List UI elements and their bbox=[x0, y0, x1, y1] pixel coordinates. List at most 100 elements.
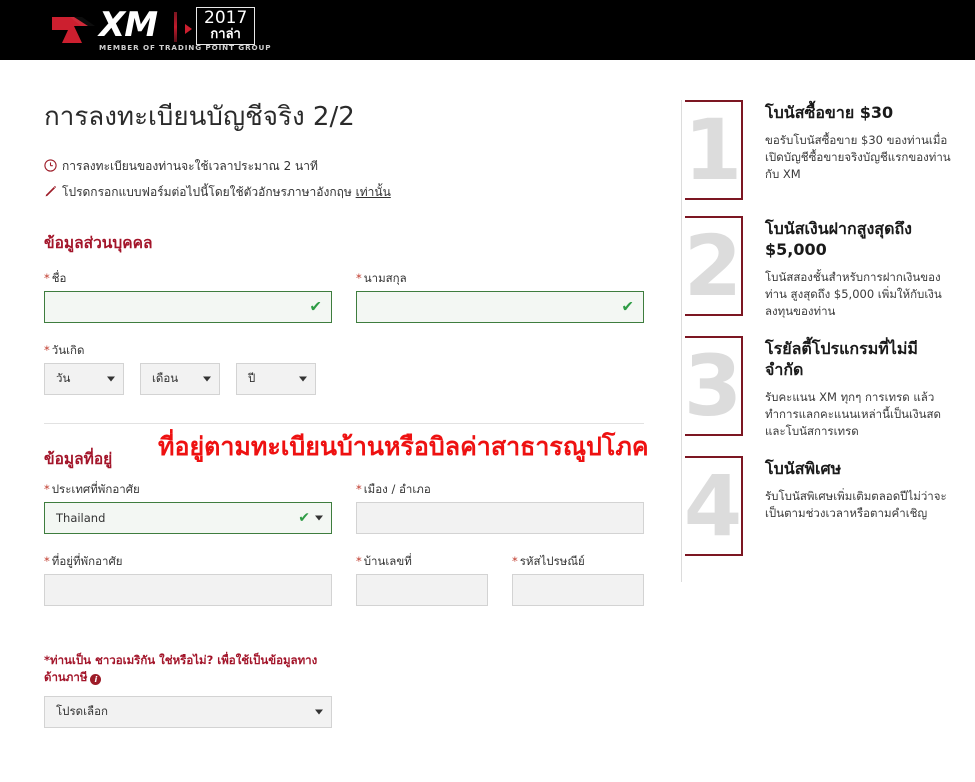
note-language: โปรดกรอกแบบฟอร์มต่อไปนี้โดยใช้ตัวอักษรภา… bbox=[44, 185, 644, 200]
bonus-title: โบนัสซื้อขาย $30 bbox=[765, 103, 894, 122]
dob-year-value: ปี bbox=[248, 371, 256, 385]
note-language-text: โปรดกรอกแบบฟอร์มต่อไปนี้โดยใช้ตัวอักษรภา… bbox=[62, 185, 391, 200]
dob-label: * วันเกิด bbox=[44, 343, 644, 357]
bonus-body: โบนัสซื้อขาย $30 ขอรับโบนัสซื้อขาย $30 ข… bbox=[743, 100, 955, 200]
tax-question-label: *ท่านเป็น ชาวอเมริกัน ใช่หรือไม่? เพื่อใ… bbox=[44, 652, 324, 686]
country-city-row: * ประเทศที่พักอาศัย Thailand ✔ * เมือง / อ… bbox=[44, 482, 644, 534]
bonus-description: รับคะแนน XM ทุกๆ การเทรด แล้วทำการแลกคะแ… bbox=[765, 390, 941, 438]
postal-code-label-text: รหัสไปรษณีย์ bbox=[519, 554, 585, 568]
check-icon: ✔ bbox=[298, 510, 310, 526]
street-group: * ที่อยู่ที่พักอาศัย bbox=[44, 554, 332, 606]
first-name-label: * ชื่อ bbox=[44, 271, 332, 285]
note-language-link[interactable]: เท่านั้น bbox=[356, 185, 391, 199]
bonus-number: 1 bbox=[683, 101, 743, 199]
required-asterisk: * bbox=[44, 554, 50, 568]
required-asterisk: * bbox=[44, 343, 50, 357]
postal-code-label: * รหัสไปรษณีย์ bbox=[512, 554, 644, 568]
triangle-icon bbox=[185, 24, 192, 34]
page-title: การลงทะเบียนบัญชีจริง 2/2 bbox=[44, 102, 355, 132]
bonus-description: โบนัสสองชั้นสำหรับการฝากเงินของท่าน สูงส… bbox=[765, 270, 942, 318]
postal-code-input[interactable] bbox=[512, 574, 644, 606]
country-select[interactable]: Thailand ✔ bbox=[44, 502, 332, 534]
bonus-description: ขอรับโบนัสซื้อขาย $30 ของท่านเมื่อเปิดบั… bbox=[765, 133, 951, 181]
dob-group: * วันเกิด วัน เดือน ปี bbox=[44, 343, 644, 395]
bonus-item: 3 โรยัลตี้โปรแกรมที่ไม่มีจำกัด รับคะแนน … bbox=[682, 336, 975, 440]
dob-year-select[interactable]: ปี bbox=[236, 363, 316, 395]
chevron-down-icon bbox=[315, 515, 323, 521]
country-label-text: ประเทศที่พักอาศัย bbox=[51, 482, 140, 496]
bonus-number-bracket: 2 bbox=[683, 216, 743, 316]
country-label: * ประเทศที่พักอาศัย bbox=[44, 482, 332, 496]
check-icon: ✔ bbox=[309, 297, 322, 316]
bonus-description: รับโบนัสพิเศษเพิ่มเติมตลอดปีไม่ว่าจะเป็น… bbox=[765, 489, 947, 520]
street-label: * ที่อยู่ที่พักอาศัย bbox=[44, 554, 332, 568]
house-number-group: * บ้านเลขที่ bbox=[356, 554, 488, 606]
street-house-zip-row: * ที่อยู่ที่พักอาศัย * บ้านเลขที่ * รหัสไปร… bbox=[44, 554, 644, 606]
note-duration: การลงทะเบียนของท่านจะใช้เวลาประมาณ 2 นาท… bbox=[44, 159, 644, 174]
bonus-number-bracket: 3 bbox=[683, 336, 743, 436]
info-icon[interactable]: i bbox=[90, 674, 102, 685]
required-asterisk: * bbox=[44, 482, 50, 496]
country-value: Thailand bbox=[56, 511, 106, 525]
check-icon: ✔ bbox=[621, 297, 634, 316]
tax-status-select[interactable]: โปรดเลือก bbox=[44, 696, 332, 728]
required-asterisk: * bbox=[44, 271, 50, 285]
bonus-body: โบนัสเงินฝากสูงสุดถึง $5,000 โบนัสสองชั้… bbox=[743, 216, 955, 320]
city-input[interactable] bbox=[356, 502, 644, 534]
dob-day-select[interactable]: วัน bbox=[44, 363, 124, 395]
address-header-row: ข้อมูลที่อยู่ ที่อยู่ตามทะเบียนบ้านหรือบ… bbox=[44, 432, 649, 474]
required-asterisk: * bbox=[356, 271, 362, 285]
first-name-group: * ชื่อ ✔ bbox=[44, 271, 332, 323]
dob-label-text: วันเกิด bbox=[51, 343, 85, 357]
country-group: * ประเทศที่พักอาศัย Thailand ✔ bbox=[44, 482, 332, 534]
gala-badge-label: กาล่า bbox=[210, 27, 241, 42]
street-input[interactable] bbox=[44, 574, 332, 606]
house-number-input[interactable] bbox=[356, 574, 488, 606]
last-name-label: * นามสกุล bbox=[356, 271, 644, 285]
tax-status-value: โปรดเลือก bbox=[56, 704, 108, 718]
bonus-item: 2 โบนัสเงินฝากสูงสุดถึง $5,000 โบนัสสองช… bbox=[682, 216, 975, 320]
clock-icon bbox=[44, 159, 62, 172]
dob-selects-row: วัน เดือน ปี bbox=[44, 363, 644, 395]
pencil-icon bbox=[44, 185, 62, 198]
bonus-number: 2 bbox=[683, 217, 743, 315]
tax-status-group: *ท่านเป็น ชาวอเมริกัน ใช่หรือไม่? เพื่อใ… bbox=[44, 652, 644, 728]
bonus-number-bracket: 1 bbox=[683, 100, 743, 200]
bonus-title: โรยัลตี้โปรแกรมที่ไม่มีจำกัด bbox=[765, 339, 918, 379]
chevron-down-icon bbox=[107, 376, 115, 382]
required-asterisk: * bbox=[356, 482, 362, 496]
section-title-address: ข้อมูลที่อยู่ bbox=[44, 450, 113, 468]
xm-logo-mark-icon bbox=[48, 13, 98, 47]
city-label-text: เมือง / อำเภอ bbox=[363, 482, 431, 496]
address-annotation: ที่อยู่ตามทะเบียนบ้านหรือบิลค่าสาธารณูปโ… bbox=[158, 432, 649, 461]
bonus-number: 4 bbox=[683, 457, 743, 555]
gala-badge-year: 2017 bbox=[204, 8, 248, 28]
tax-question-text: *ท่านเป็น ชาวอเมริกัน ใช่หรือไม่? เพื่อใ… bbox=[44, 653, 318, 684]
registration-form: การลงทะเบียนบัญชีจริง 2/2 การลงทะเบียนขอ… bbox=[44, 96, 649, 728]
bonus-title: โบนัสเงินฝากสูงสุดถึง $5,000 bbox=[765, 219, 912, 259]
name-row: * ชื่อ ✔ * นามสกุล ✔ bbox=[44, 271, 644, 323]
chevron-down-icon bbox=[299, 376, 307, 382]
bonus-title: โบนัสพิเศษ bbox=[765, 459, 842, 478]
bonus-number: 3 bbox=[683, 337, 743, 435]
dob-day-value: วัน bbox=[56, 371, 71, 385]
bonus-item: 4 โบนัสพิเศษ รับโบนัสพิเศษเพิ่มเติมตลอดป… bbox=[682, 456, 975, 556]
first-name-input[interactable]: ✔ bbox=[44, 291, 332, 323]
postal-code-group: * รหัสไปรษณีย์ bbox=[512, 554, 644, 606]
last-name-label-text: นามสกุล bbox=[363, 271, 407, 285]
header-divider bbox=[174, 12, 177, 42]
bonus-body: โรยัลตี้โปรแกรมที่ไม่มีจำกัด รับคะแนน XM… bbox=[743, 336, 955, 440]
city-label: * เมือง / อำเภอ bbox=[356, 482, 644, 496]
last-name-input[interactable]: ✔ bbox=[356, 291, 644, 323]
chevron-down-icon bbox=[203, 376, 211, 382]
section-title-personal: ข้อมูลส่วนบุคคล bbox=[44, 234, 153, 252]
dob-month-select[interactable]: เดือน bbox=[140, 363, 220, 395]
bonus-item: 1 โบนัสซื้อขาย $30 ขอรับโบนัสซื้อขาย $30… bbox=[682, 100, 975, 200]
last-name-group: * นามสกุล ✔ bbox=[356, 271, 644, 323]
first-name-label-text: ชื่อ bbox=[51, 271, 67, 285]
bonus-number-bracket: 4 bbox=[683, 456, 743, 556]
note-language-body: โปรดกรอกแบบฟอร์มต่อไปนี้โดยใช้ตัวอักษรภา… bbox=[62, 185, 356, 199]
house-number-label-text: บ้านเลขที่ bbox=[363, 554, 412, 568]
bonus-body: โบนัสพิเศษ รับโบนัสพิเศษเพิ่มเติมตลอดปีไ… bbox=[743, 456, 955, 556]
dob-month-value: เดือน bbox=[152, 371, 179, 385]
